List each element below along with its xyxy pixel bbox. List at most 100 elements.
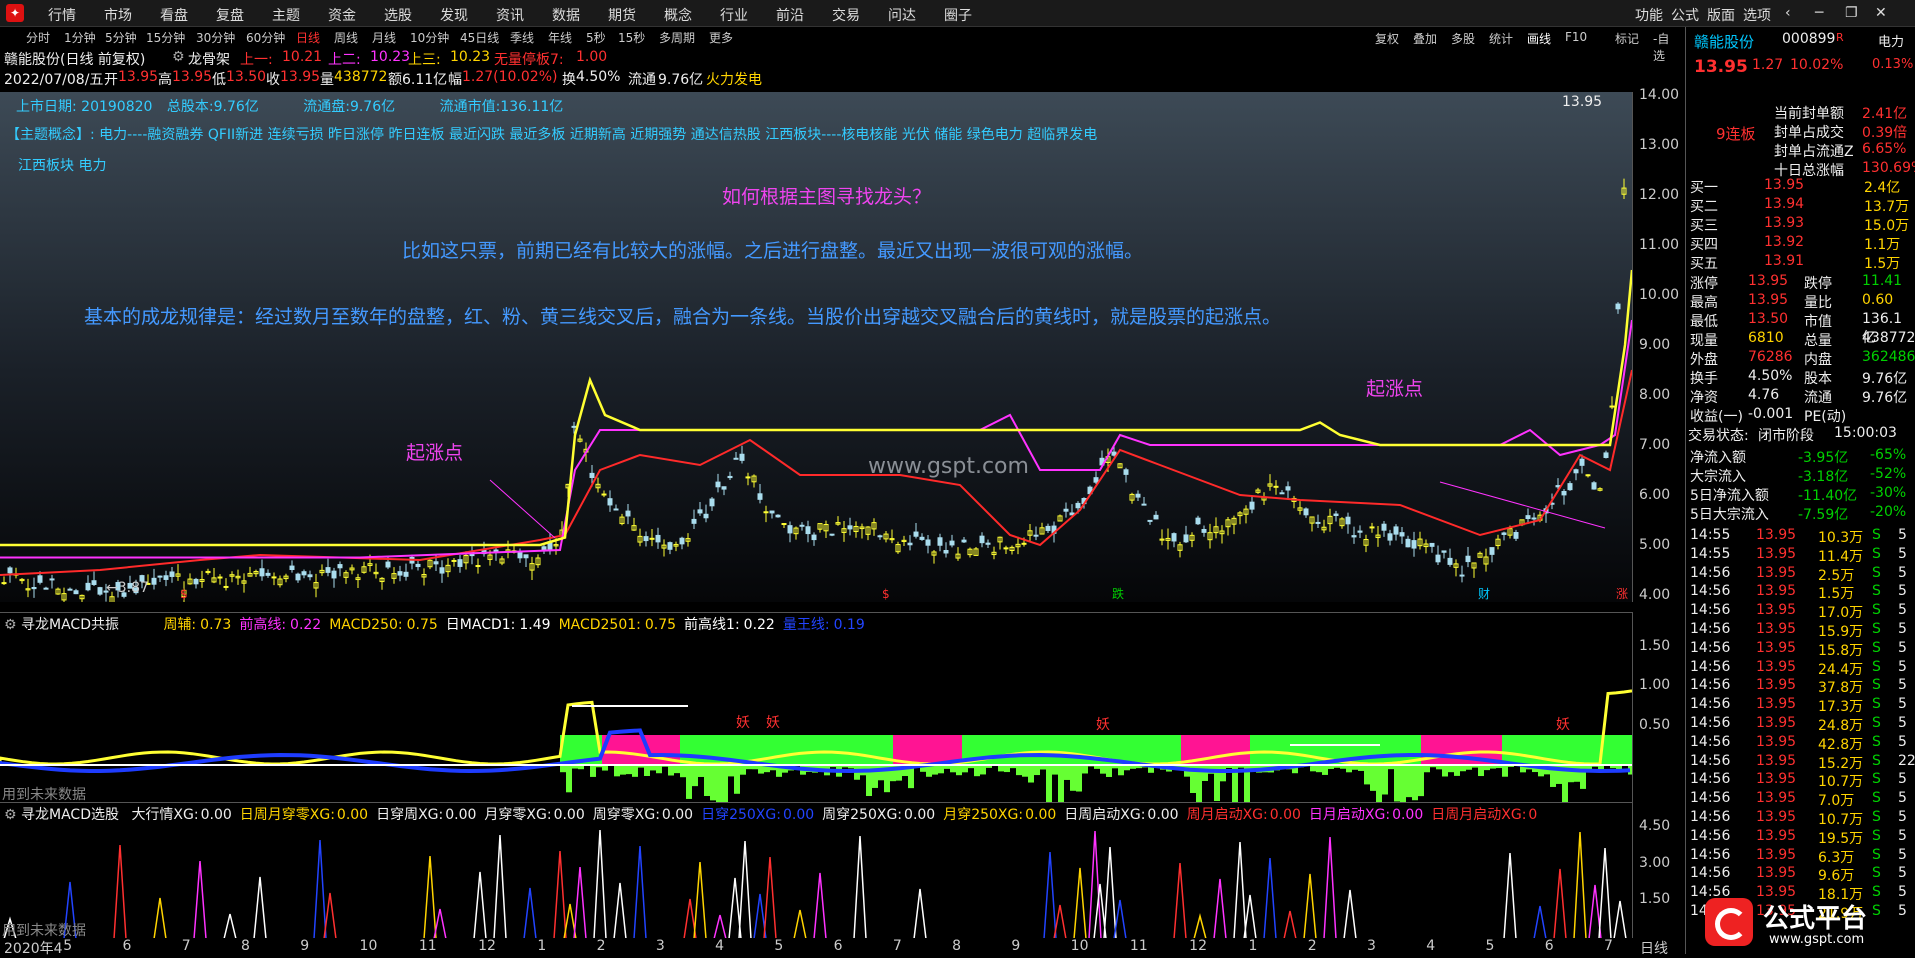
tick-price: 13.95 [1756,583,1796,599]
flow-value: -3.18亿 [1798,466,1848,486]
ind2-name[interactable]: 寻龙MACD选股 [21,807,119,822]
event-mark[interactable]: 涨 [1616,586,1628,601]
menu-item-9[interactable]: 数据 [552,5,580,25]
tick-time: 14:56 [1690,640,1730,656]
timeframe-0[interactable]: 分时 [26,29,50,46]
event-mark[interactable]: $ [180,587,188,601]
menu-right-item-1[interactable]: 公式 [1671,5,1699,25]
ind1-bar [1076,735,1079,765]
timeframe-10[interactable]: 45日线 [460,29,499,46]
timeframe-2[interactable]: 5分钟 [105,29,137,46]
ind1-bar [1052,735,1055,765]
ind2-field-value: 0.00 [445,807,476,822]
minimize-icon[interactable]: ─ [1815,5,1823,21]
event-mark[interactable]: 财 [1478,587,1490,601]
ind1-bar [1448,735,1451,765]
ind1-field-value: 0.73 [200,617,231,633]
tick-count: 5 [1898,527,1907,543]
menu-item-6[interactable]: 选股 [384,5,412,25]
timeframe-15[interactable]: 多周期 [659,29,695,46]
indicator-name[interactable]: 龙骨架 [188,49,230,69]
menu-item-3[interactable]: 复盘 [216,5,244,25]
menu-item-13[interactable]: 前沿 [776,5,804,25]
timeframe-6[interactable]: 日线 [296,29,320,46]
event-mark[interactable]: 跌 [1112,586,1124,601]
price-axis: 14.0013.0012.0011.0010.009.008.007.006.0… [1632,92,1683,602]
menu-item-2[interactable]: 看盘 [160,5,188,25]
timeframe-14[interactable]: 15秒 [618,29,645,46]
timeframe-4[interactable]: 30分钟 [196,29,235,46]
candle-body [1382,524,1386,530]
ind1-bar [713,735,716,765]
macd-resonance-panel[interactable] [0,612,1632,803]
app-logo-icon[interactable]: ✦ [6,4,24,22]
timeframe-12[interactable]: 年线 [548,29,572,46]
tick-count: 5 [1898,771,1907,787]
period-label[interactable]: 日线 [1640,938,1668,958]
buy-row: 买四13.921.1万 [1686,234,1914,253]
toolbar-item-3[interactable]: 统计 [1489,30,1513,47]
timeframe-5[interactable]: 60分钟 [246,29,285,46]
menu-item-7[interactable]: 发现 [440,5,468,25]
buy-volume: 2.4亿 [1864,177,1900,197]
menu-item-16[interactable]: 圈子 [944,5,972,25]
menu-item-12[interactable]: 行业 [720,5,748,25]
event-mark[interactable]: $ [882,587,890,601]
ind1-bar [827,735,830,765]
macd-select-panel[interactable] [0,802,1632,943]
candle-body [158,576,162,577]
ind2-settings-icon[interactable]: ⚙ [4,807,17,822]
timeframe-7[interactable]: 周线 [334,29,358,46]
ind1-green-bar [878,765,884,780]
close-icon[interactable]: ✕ [1875,5,1887,21]
timeframe-1[interactable]: 1分钟 [64,29,96,46]
ind1-bar [1436,735,1439,765]
menu-item-4[interactable]: 主题 [272,5,300,25]
back-icon[interactable]: ‹ [1785,5,1791,21]
menu-item-10[interactable]: 期货 [608,5,636,25]
toolbar-item-5[interactable]: F10 [1565,30,1587,44]
ind2-field-label: 日周月启动XG: [1431,807,1526,822]
toolbar-item-2[interactable]: 多股 [1451,30,1475,47]
restore-icon[interactable]: ❐ [1845,5,1858,21]
timeframe-13[interactable]: 5秒 [586,29,606,46]
menu-item-14[interactable]: 交易 [832,5,860,25]
candle-body [1400,533,1404,536]
tick-price: 13.95 [1756,527,1796,543]
menu-item-5[interactable]: 资金 [328,5,356,25]
tick-time: 14:56 [1690,809,1730,825]
timeframe-11[interactable]: 季线 [510,29,534,46]
menu-right-item-2[interactable]: 版面 [1707,5,1735,25]
timeframe-3[interactable]: 15分钟 [146,29,185,46]
low-value: 13.50 [226,69,266,85]
menu-item-15[interactable]: 问达 [888,5,916,25]
ind1-bar [1589,735,1592,765]
toolbar-item-1[interactable]: 叠加 [1413,30,1437,47]
ind1-bar [857,735,860,765]
candle-body [32,588,36,589]
ind1-bar [1028,735,1031,765]
candle-body [1142,504,1146,505]
menu-right-item-3[interactable]: 选项 [1743,5,1771,25]
toolbar-item-6[interactable]: 标记 [1615,30,1639,47]
menu-item-8[interactable]: 资讯 [496,5,524,25]
menu-item-1[interactable]: 市场 [104,5,132,25]
menu-item-0[interactable]: 行情 [48,5,76,25]
toolbar-item-0[interactable]: 复权 [1375,30,1399,47]
ind1-name[interactable]: 寻龙MACD共振 [21,617,119,633]
main-kline-chart[interactable]: $ $ 跌 财 涨 [0,92,1632,602]
indicator-settings-icon[interactable]: ⚙ [172,49,185,65]
ind1-green-bar [1202,765,1208,781]
tick-time: 14:56 [1690,828,1730,844]
panel-stock-name[interactable]: 赣能股份 [1694,31,1754,52]
ind1-settings-icon[interactable]: ⚙ [4,617,17,633]
timeframe-8[interactable]: 月线 [372,29,396,46]
candle-body [296,574,300,580]
ind2-field-label: 月穿零XG: [484,807,551,822]
toolbar-item-4[interactable]: 画线 [1527,30,1551,47]
ind1-bar [1400,735,1403,765]
timeframe-16[interactable]: 更多 [709,29,733,46]
menu-right-item-0[interactable]: 功能 [1635,5,1663,25]
menu-item-11[interactable]: 概念 [664,5,692,25]
timeframe-9[interactable]: 10分钟 [410,29,449,46]
